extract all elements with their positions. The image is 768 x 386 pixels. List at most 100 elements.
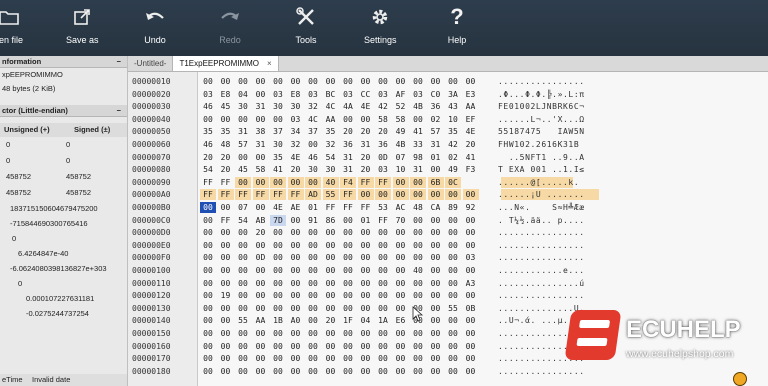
hex-byte[interactable]: 00 (305, 341, 321, 352)
hex-byte[interactable]: 00 (392, 176, 409, 188)
hex-byte[interactable]: 31 (253, 139, 269, 150)
hex-byte[interactable]: AE (288, 202, 304, 213)
hex-byte[interactable]: 4E (358, 101, 374, 112)
hex-byte[interactable]: 31 (340, 152, 356, 163)
hex-byte[interactable]: 00 (252, 176, 269, 188)
hex-byte[interactable]: 00 (358, 290, 374, 301)
hex-byte[interactable]: 00 (393, 252, 409, 263)
hex-byte[interactable]: 00 (445, 227, 461, 238)
ascii-text[interactable]: ............e... (498, 265, 585, 276)
hex-byte[interactable]: 00 (218, 240, 234, 251)
hex-byte[interactable]: 40 (410, 265, 426, 276)
hex-byte[interactable]: 0C (445, 176, 461, 188)
hex-byte[interactable]: 92 (463, 202, 479, 213)
hex-byte[interactable]: 00 (218, 341, 234, 352)
hex-byte[interactable]: 00 (462, 189, 479, 201)
hex-byte[interactable]: 00 (463, 315, 479, 326)
hex-byte[interactable]: 00 (270, 328, 286, 339)
hex-byte[interactable]: 00 (200, 227, 216, 238)
ascii-text[interactable]: ...N«. S≈H╩Ææ (498, 202, 585, 213)
hex-byte[interactable]: 42 (445, 139, 461, 150)
hex-byte[interactable]: 00 (235, 278, 251, 289)
hex-byte[interactable]: 00 (305, 227, 321, 238)
hex-byte[interactable]: 00 (253, 89, 269, 100)
hex-byte[interactable]: 20 (358, 126, 374, 137)
hex-byte[interactable]: 00 (323, 278, 339, 289)
hex-byte[interactable]: 00 (235, 227, 251, 238)
hex-byte[interactable]: 00 (393, 227, 409, 238)
hex-byte[interactable]: 00 (288, 278, 304, 289)
hex-byte[interactable]: 00 (323, 290, 339, 301)
hex-byte[interactable]: 35 (445, 126, 461, 137)
hex-byte[interactable]: 00 (253, 278, 269, 289)
hex-byte[interactable]: 32 (305, 101, 321, 112)
hex-byte[interactable]: 00 (288, 227, 304, 238)
hex-byte[interactable]: 00 (288, 215, 304, 226)
hex-byte[interactable]: 46 (305, 152, 321, 163)
hex-byte[interactable]: 00 (393, 278, 409, 289)
hex-byte[interactable]: 00 (305, 76, 321, 87)
hex-byte[interactable]: 00 (340, 240, 356, 251)
hex-byte[interactable]: 00 (253, 114, 269, 125)
hex-byte[interactable]: 1F (340, 315, 356, 326)
hex-byte[interactable]: 00 (428, 227, 444, 238)
tools-button[interactable]: Tools (294, 6, 318, 52)
hex-byte[interactable]: 0B (463, 303, 479, 314)
hex-byte[interactable]: 36 (428, 101, 444, 112)
hex-byte[interactable]: CA (428, 202, 444, 213)
hex-byte[interactable]: 00 (323, 265, 339, 276)
hex-byte[interactable]: 00 (393, 328, 409, 339)
hex-byte[interactable]: 00 (305, 328, 321, 339)
hex-byte[interactable]: 58 (375, 114, 391, 125)
hex-byte[interactable]: 00 (393, 265, 409, 276)
hex-byte[interactable]: 57 (428, 126, 444, 137)
hex-byte[interactable]: 00 (270, 227, 286, 238)
hex-byte[interactable]: E6 (393, 315, 409, 326)
hex-byte[interactable]: 20 (218, 152, 234, 163)
hex-byte[interactable]: 30 (323, 164, 339, 175)
hex-byte[interactable]: 00 (235, 353, 251, 364)
hex-byte[interactable]: 55 (445, 303, 461, 314)
hex-byte[interactable]: AA (323, 114, 339, 125)
hex-byte[interactable]: 00 (253, 240, 269, 251)
hex-byte[interactable]: 00 (375, 240, 391, 251)
hex-byte[interactable]: AF (393, 89, 409, 100)
hex-byte[interactable]: 00 (445, 290, 461, 301)
hex-byte[interactable]: 00 (445, 315, 461, 326)
hex-byte[interactable]: 20 (340, 126, 356, 137)
hex-byte[interactable]: 00 (428, 303, 444, 314)
hex-byte[interactable]: 00 (445, 328, 461, 339)
hex-byte[interactable]: 00 (340, 76, 356, 87)
hex-byte[interactable]: 00 (270, 278, 286, 289)
hex-byte[interactable]: 00 (445, 366, 461, 377)
hex-byte[interactable]: 00 (323, 341, 339, 352)
hex-byte[interactable]: 00 (340, 252, 356, 263)
hex-byte[interactable]: 40 (322, 176, 339, 188)
hex-byte[interactable]: 00 (200, 202, 216, 213)
hex-byte[interactable]: 00 (218, 252, 234, 263)
hex-byte[interactable]: 4E (270, 202, 286, 213)
hex-byte[interactable]: 03 (200, 89, 216, 100)
hex-byte[interactable]: 00 (428, 240, 444, 251)
hex-byte[interactable]: 00 (218, 278, 234, 289)
hex-byte[interactable]: 00 (340, 215, 356, 226)
hex-byte[interactable]: 20 (463, 139, 479, 150)
hex-byte[interactable]: 00 (375, 227, 391, 238)
hex-byte[interactable]: 00 (357, 189, 374, 201)
hex-byte[interactable]: 91 (305, 215, 321, 226)
hex-byte[interactable]: 30 (288, 101, 304, 112)
hex-byte[interactable]: 00 (200, 114, 216, 125)
hex-byte[interactable]: 07 (393, 152, 409, 163)
hex-byte[interactable]: 31 (358, 139, 374, 150)
ascii-text[interactable]: ................ (498, 76, 585, 87)
hex-byte[interactable]: 00 (463, 76, 479, 87)
hex-byte[interactable]: 32 (323, 139, 339, 150)
hex-byte[interactable]: F3 (463, 164, 479, 175)
hex-byte[interactable]: 00 (323, 328, 339, 339)
hex-byte[interactable]: 00 (393, 353, 409, 364)
hex-byte[interactable]: 45 (218, 101, 234, 112)
settings-button[interactable]: Settings (364, 6, 397, 52)
hex-byte[interactable]: 57 (235, 139, 251, 150)
hex-byte[interactable]: 10 (445, 114, 461, 125)
hex-byte[interactable]: 35 (323, 126, 339, 137)
